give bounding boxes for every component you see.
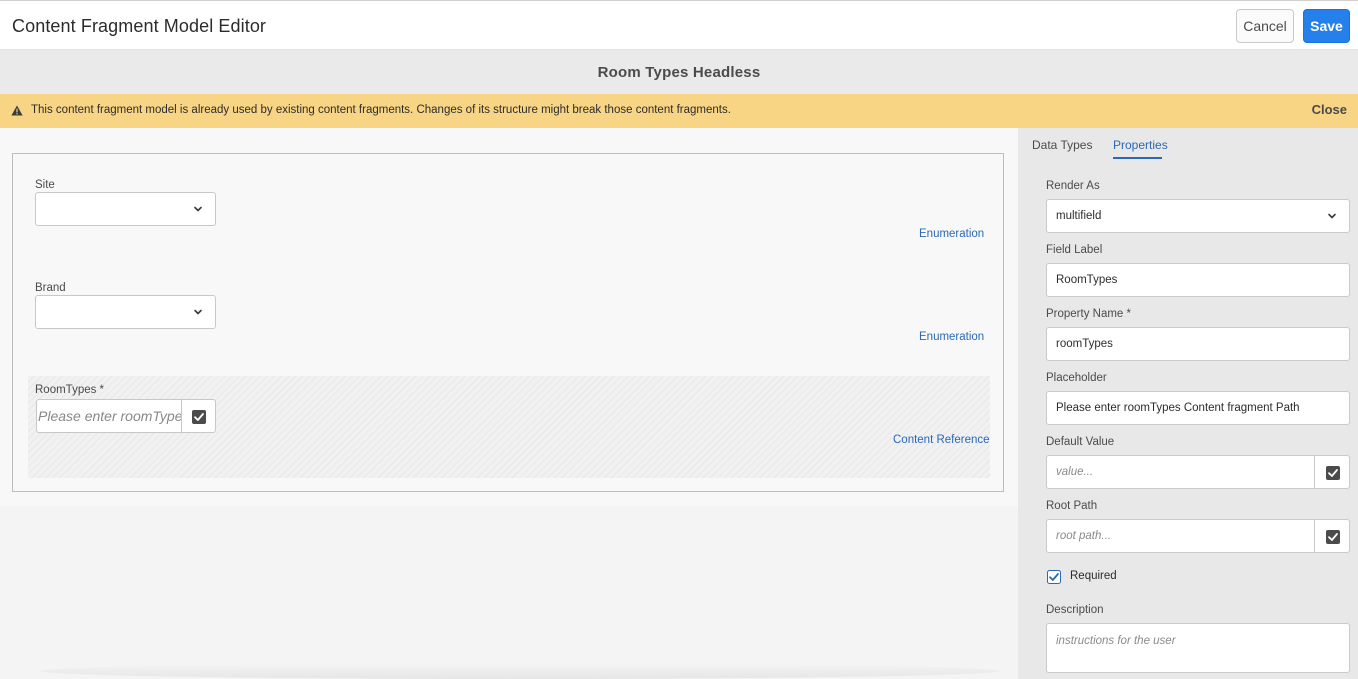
app-title: Content Fragment Model Editor	[12, 16, 267, 36]
checkbox-icon	[192, 410, 206, 424]
brand-field-label: Brand	[35, 282, 66, 294]
model-title-bar: Room Types Headless	[0, 50, 1358, 94]
brand-select[interactable]	[35, 295, 216, 329]
model-canvas: Site Enumeration Brand Enumeration RoomT…	[0, 128, 1018, 679]
roomtypes-browse-button[interactable]	[181, 399, 216, 433]
warning-icon	[11, 105, 23, 116]
save-button[interactable]: Save	[1303, 9, 1350, 43]
render-as-label: Render As	[1046, 180, 1100, 192]
root-path-input[interactable]: root path...	[1046, 519, 1315, 553]
chevron-down-icon	[194, 206, 202, 212]
placeholder-input[interactable]: Please enter roomTypes Content fragment …	[1046, 391, 1350, 425]
field-label-input[interactable]: RoomTypes	[1046, 263, 1350, 297]
checkbox-icon	[1326, 466, 1340, 480]
roomtypes-type-label[interactable]: Content Reference	[893, 434, 990, 446]
root-path-browse-button[interactable]	[1314, 519, 1350, 553]
active-tab-indicator	[1113, 157, 1162, 159]
placeholder-label: Placeholder	[1046, 372, 1107, 384]
description-label: Description	[1046, 604, 1104, 616]
render-as-select[interactable]: multifield	[1046, 199, 1350, 233]
required-checkbox[interactable]	[1047, 570, 1061, 584]
brand-type-label[interactable]: Enumeration	[919, 331, 984, 343]
site-type-label[interactable]: Enumeration	[919, 228, 984, 240]
roomtypes-field-label: RoomTypes *	[35, 384, 105, 396]
property-name-input[interactable]: roomTypes	[1046, 327, 1350, 361]
checkbox-icon	[1326, 530, 1340, 544]
default-value-label: Default Value	[1046, 436, 1115, 448]
site-select[interactable]	[35, 192, 216, 226]
tab-data-types[interactable]: Data Types	[1032, 138, 1092, 152]
warning-close-button[interactable]: Close	[1312, 102, 1347, 117]
description-textarea[interactable]: instructions for the user	[1046, 623, 1350, 673]
canvas-area: Site Enumeration Brand Enumeration RoomT…	[0, 128, 1018, 506]
canvas-shadow	[40, 663, 1000, 679]
warning-banner: This content fragment model is already u…	[0, 94, 1358, 128]
tab-properties[interactable]: Properties	[1113, 138, 1168, 152]
roomtypes-field-selected[interactable]: RoomTypes * Please enter roomTypes C Con…	[28, 376, 990, 478]
form-card: Site Enumeration Brand Enumeration RoomT…	[12, 153, 1004, 492]
app-header: Content Fragment Model Editor Cancel Sav…	[0, 0, 1358, 50]
field-label-label: Field Label	[1046, 244, 1103, 256]
roomtypes-placeholder: Please enter roomTypes C	[38, 408, 182, 424]
chevron-down-icon	[1328, 213, 1336, 219]
required-label: Required	[1070, 570, 1117, 582]
default-value-input[interactable]: value...	[1046, 455, 1315, 489]
warning-text: This content fragment model is already u…	[31, 104, 731, 116]
properties-panel: Data Types Properties Render As multifie…	[1018, 128, 1358, 679]
roomtypes-reference-input[interactable]: Please enter roomTypes C	[36, 399, 182, 433]
default-value-browse-button[interactable]	[1314, 455, 1350, 489]
root-path-label: Root Path	[1046, 500, 1098, 512]
model-title: Room Types Headless	[597, 63, 761, 81]
site-field-label: Site	[35, 179, 55, 191]
render-as-value: multifield	[1056, 210, 1102, 222]
property-name-label: Property Name *	[1046, 308, 1132, 320]
chevron-down-icon	[194, 309, 202, 315]
cancel-button[interactable]: Cancel	[1236, 9, 1294, 43]
